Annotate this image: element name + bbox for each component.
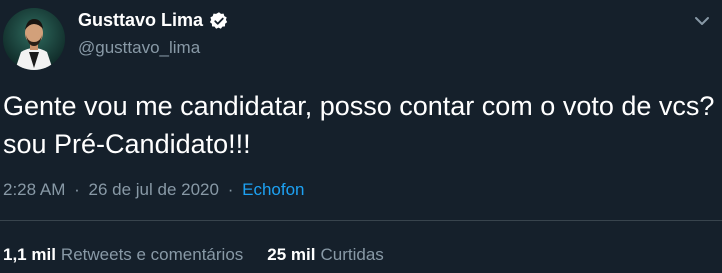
tweet-time[interactable]: 2:28 AM: [3, 180, 65, 199]
tweet-source-link[interactable]: Echofon: [242, 180, 304, 199]
divider: [0, 220, 722, 221]
retweets-label: Retweets e comentários: [60, 245, 244, 264]
user-handle[interactable]: @gusttavo_lima: [78, 38, 200, 58]
meta-separator: ·: [227, 180, 234, 199]
tweet-date[interactable]: 26 de jul de 2020: [89, 180, 219, 199]
avatar-photo: [3, 8, 65, 70]
chevron-down-icon[interactable]: [694, 14, 710, 26]
likes-count: 25 mil: [267, 245, 316, 264]
display-name[interactable]: Gusttavo Lima: [78, 10, 229, 31]
display-name-text: Gusttavo Lima: [78, 10, 204, 30]
tweet-text: Gente vou me candidatar, posso contar co…: [3, 91, 715, 159]
tweet-meta: 2:28 AM · 26 de jul de 2020 · Echofon: [3, 180, 305, 200]
avatar[interactable]: [3, 8, 65, 70]
retweets-stat[interactable]: 1,1 mil Retweets e comentários: [3, 245, 243, 265]
likes-label: Curtidas: [320, 245, 384, 264]
retweets-count: 1,1 mil: [3, 245, 56, 264]
likes-stat[interactable]: 25 mil Curtidas: [267, 245, 384, 265]
verified-badge-icon: [209, 11, 229, 31]
meta-separator: ·: [74, 180, 80, 199]
tweet-stats: 1,1 mil Retweets e comentários 25 mil Cu…: [3, 245, 384, 265]
tweet-card: Gusttavo Lima @gusttavo_lima Gente vou m…: [0, 0, 722, 273]
